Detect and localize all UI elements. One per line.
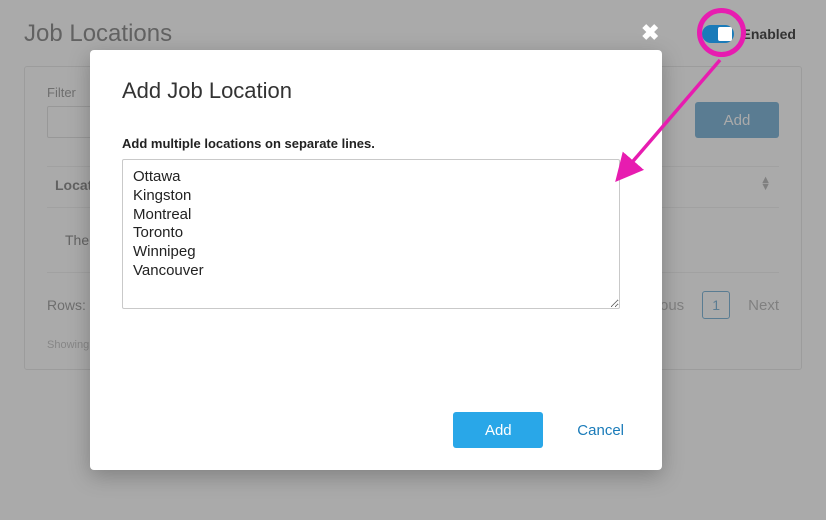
locations-textarea[interactable] [122, 159, 620, 309]
add-location-modal: Add Job Location Add multiple locations … [90, 50, 662, 470]
modal-title: Add Job Location [122, 78, 630, 104]
enabled-toggle-label: Enabled [742, 26, 796, 42]
modal-add-button[interactable]: Add [453, 412, 543, 448]
modal-instruction: Add multiple locations on separate lines… [122, 136, 630, 151]
close-icon[interactable]: ✖ [641, 22, 659, 44]
modal-cancel-button[interactable]: Cancel [571, 421, 630, 440]
enabled-toggle[interactable] [702, 25, 734, 43]
